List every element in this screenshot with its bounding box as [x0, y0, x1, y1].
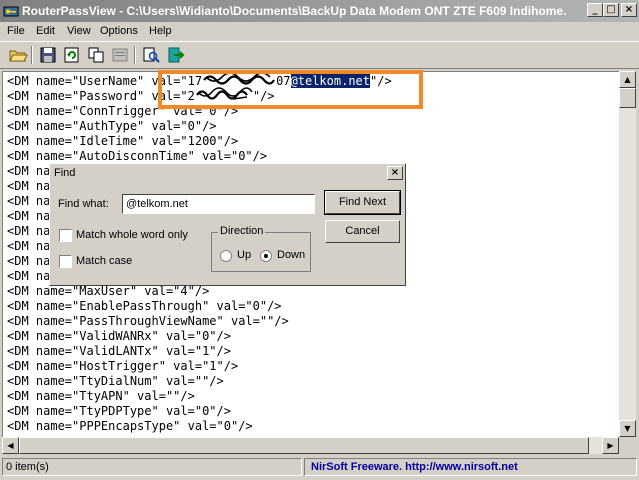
code-line: <DM name="EnablePassThrough" val="0"/>	[7, 299, 282, 313]
find-dialog-title: Find	[54, 167, 76, 179]
app-key-icon	[3, 6, 19, 17]
code-line: <DM name="TtyDialNum" val=""/>	[7, 374, 224, 388]
menu-edit[interactable]: Edit	[36, 25, 55, 37]
scroll-left-icon[interactable]: ◀	[2, 437, 19, 454]
code-line: <DM name="ValidLANTx" val="1"/>	[7, 344, 231, 358]
close-button[interactable]: ×	[621, 3, 637, 17]
horizontal-scrollbar[interactable]: ◀ ▶	[2, 437, 619, 454]
direction-up-radio[interactable]	[220, 250, 232, 262]
title-bar[interactable]: RouterPassView - C:\Users\Widianto\Docum…	[0, 0, 639, 22]
code-line: <DM na	[7, 269, 51, 283]
find-icon[interactable]	[141, 46, 161, 64]
properties-icon[interactable]	[110, 46, 130, 64]
code-line: <DM na	[7, 254, 51, 268]
menu-options[interactable]: Options	[100, 25, 138, 37]
find-what-input[interactable]	[122, 194, 315, 214]
minimize-button[interactable]: _	[587, 3, 603, 17]
match-case-checkbox[interactable]	[59, 255, 72, 268]
status-nirsoft-link[interactable]: NirSoft Freeware. http://www.nirsoft.net	[304, 458, 637, 476]
code-line: <DM na	[7, 209, 51, 223]
code-line: <DM na	[7, 194, 51, 208]
find-dialog: Find × Find what: Find Next Cancel Match…	[49, 163, 406, 286]
direction-down-radio[interactable]	[260, 250, 272, 262]
code-line: <DM name="MaxUser" val="4"/>	[7, 284, 210, 298]
toolbar-separator	[31, 46, 33, 64]
direction-down-label[interactable]: Down	[277, 249, 305, 261]
scrollbar-corner	[619, 437, 636, 454]
direction-group: Direction Up Down	[211, 225, 311, 272]
menu-view[interactable]: View	[67, 25, 91, 37]
copy-icon[interactable]	[86, 46, 106, 64]
code-line: <DM name="ValidWANRx" val="0"/>	[7, 329, 231, 343]
code-line: <DM na	[7, 224, 51, 238]
code-line: <DM name="TtyPDPType" val="0"/>	[7, 404, 231, 418]
refresh-icon[interactable]	[62, 46, 82, 64]
vertical-scroll-thumb[interactable]	[619, 88, 636, 108]
radio-selected-dot	[264, 254, 268, 258]
status-bar: 0 item(s) NirSoft Freeware. http://www.n…	[0, 456, 639, 480]
main-window: RouterPassView - C:\Users\Widianto\Docum…	[0, 0, 639, 480]
find-next-button[interactable]: Find Next	[324, 190, 401, 215]
code-line: <DM name="HostTrigger" val="1"/>	[7, 359, 239, 373]
menu-help[interactable]: Help	[149, 25, 172, 37]
match-whole-word-checkbox[interactable]	[59, 229, 72, 242]
code-line: <DM name="AuthType" val="0"/>	[7, 119, 217, 133]
open-folder-icon[interactable]	[8, 46, 28, 64]
scroll-right-icon[interactable]: ▶	[602, 437, 619, 454]
highlight-annotation-box	[158, 70, 423, 109]
toolbar-separator	[134, 46, 136, 64]
match-case-label[interactable]: Match case	[76, 255, 132, 267]
scroll-up-icon[interactable]: ▲	[619, 71, 636, 88]
scroll-down-icon[interactable]: ▼	[619, 420, 636, 437]
code-line: <DM name="PPPEncapsType" val="0"/>	[7, 419, 253, 433]
toolbar	[0, 41, 639, 69]
menu-file[interactable]: File	[7, 25, 25, 37]
menu-bar: File Edit View Options Help	[0, 22, 639, 41]
find-dialog-title-bar[interactable]: Find ×	[51, 165, 404, 182]
code-line: <DM name="IdleTime" val="1200"/>	[7, 134, 239, 148]
window-title: RouterPassView - C:\Users\Widianto\Docum…	[22, 4, 567, 18]
code-line: <DM na	[7, 239, 51, 253]
code-line: <DM name="TtyAPN" val=""/>	[7, 389, 195, 403]
direction-up-label[interactable]: Up	[237, 249, 251, 261]
maximize-button[interactable]: □	[603, 3, 619, 17]
code-line: <DM na	[7, 179, 51, 193]
save-icon[interactable]	[38, 46, 58, 64]
code-line: <DM name="PassThroughViewName" val=""/>	[7, 314, 289, 328]
status-item-count: 0 item(s)	[2, 458, 302, 476]
find-what-label: Find what:	[58, 198, 109, 210]
code-line: <DM na	[7, 164, 51, 178]
match-whole-word-label[interactable]: Match whole word only	[76, 229, 188, 241]
exit-icon[interactable]	[165, 46, 185, 64]
vertical-scrollbar[interactable]: ▲ ▼	[619, 71, 636, 437]
direction-label: Direction	[218, 225, 266, 237]
find-dialog-close-icon[interactable]: ×	[387, 166, 403, 180]
horizontal-scroll-thumb[interactable]	[19, 437, 589, 454]
code-line: <DM name="AutoDisconnTime" val="0"/>	[7, 149, 268, 163]
cancel-button[interactable]: Cancel	[325, 220, 400, 243]
